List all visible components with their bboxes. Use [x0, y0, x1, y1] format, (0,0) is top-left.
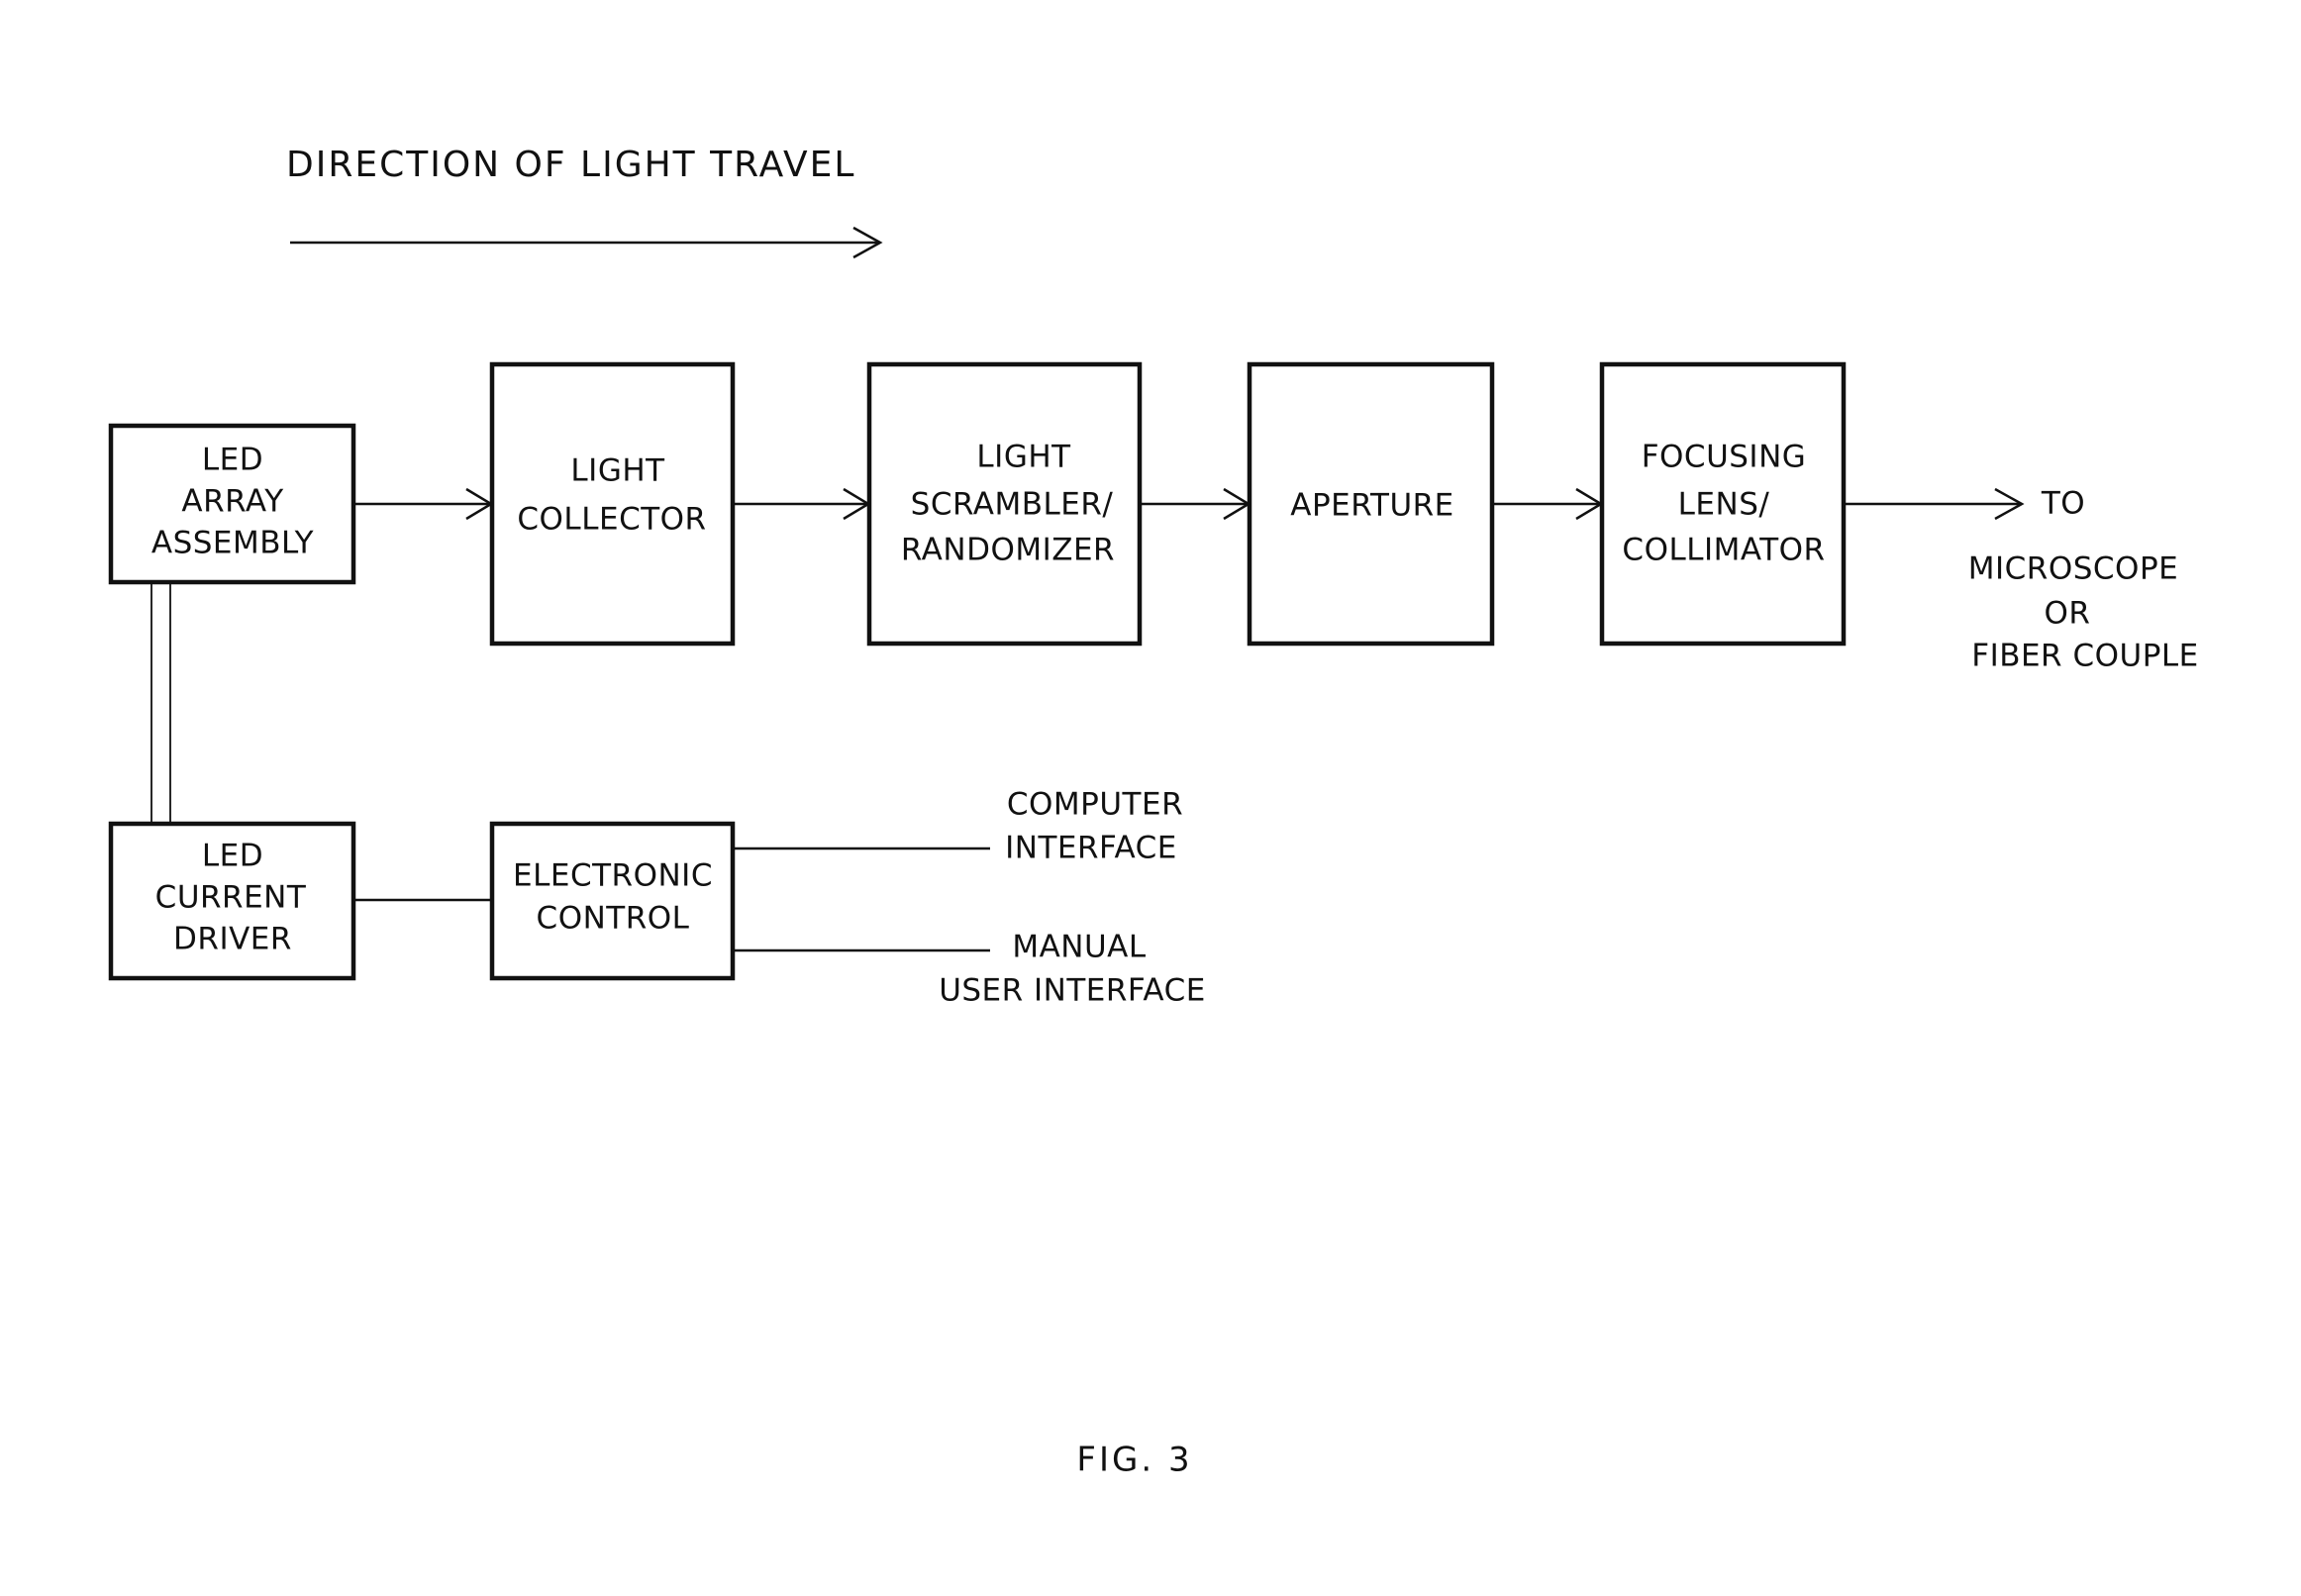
led-array-label-3: ASSEMBLY	[151, 526, 314, 561]
focusing-label-1: FOCUSING	[1642, 440, 1807, 475]
output-destination-1: MICROSCOPE	[1968, 551, 2178, 587]
direction-arrow	[290, 226, 883, 259]
output-destination-3: FIBER COUPLE	[1971, 639, 2199, 674]
led-driver-label-3: DRIVER	[173, 922, 292, 957]
led-array-label-1: LED	[202, 443, 263, 478]
aperture-label: APERTURE	[1290, 488, 1454, 524]
led-driver-label-2: CURRENT	[155, 880, 307, 916]
scrambler-label-1: LIGHT	[976, 440, 1071, 475]
focusing-label-3: COLLIMATOR	[1622, 533, 1825, 568]
arrow-led-to-collector	[353, 487, 494, 521]
output-destination-2: OR	[2045, 596, 2091, 632]
direction-title: DIRECTION OF LIGHT TRAVEL	[286, 145, 855, 185]
computer-interface-label-1: COMPUTER	[1007, 787, 1183, 823]
light-collector-label-2: COLLECTOR	[517, 502, 706, 538]
scrambler-label-2: SCRAMBLER/	[911, 487, 1114, 523]
connector-array-to-driver	[150, 582, 171, 823]
figure-caption: FIG. 3	[1076, 1441, 1192, 1480]
scrambler-label-3: RANDOMIZER	[901, 533, 1115, 568]
arrow-aperture-to-focusing	[1492, 487, 1604, 521]
light-collector-label-1: LIGHT	[570, 453, 665, 489]
arrow-collector-to-scrambler	[733, 487, 871, 521]
arrow-to-output	[1844, 487, 2025, 521]
output-to-label: TO	[2041, 486, 2085, 522]
led-array-label-2: ARRAY	[181, 484, 283, 520]
electronic-control-label-2: CONTROL	[537, 901, 690, 937]
block-diagram: DIRECTION OF LIGHT TRAVEL LED ARRAY ASSE…	[108, 145, 2199, 1480]
led-driver-label-1: LED	[202, 839, 263, 874]
manual-interface-label-2: USER INTERFACE	[939, 973, 1206, 1009]
electronic-control-label-1: ELECTRONIC	[513, 858, 713, 894]
computer-interface-label-2: INTERFACE	[1005, 831, 1177, 866]
arrow-scrambler-to-aperture	[1140, 487, 1251, 521]
manual-interface-label-1: MANUAL	[1012, 930, 1147, 965]
focusing-label-2: LENS/	[1678, 487, 1770, 523]
